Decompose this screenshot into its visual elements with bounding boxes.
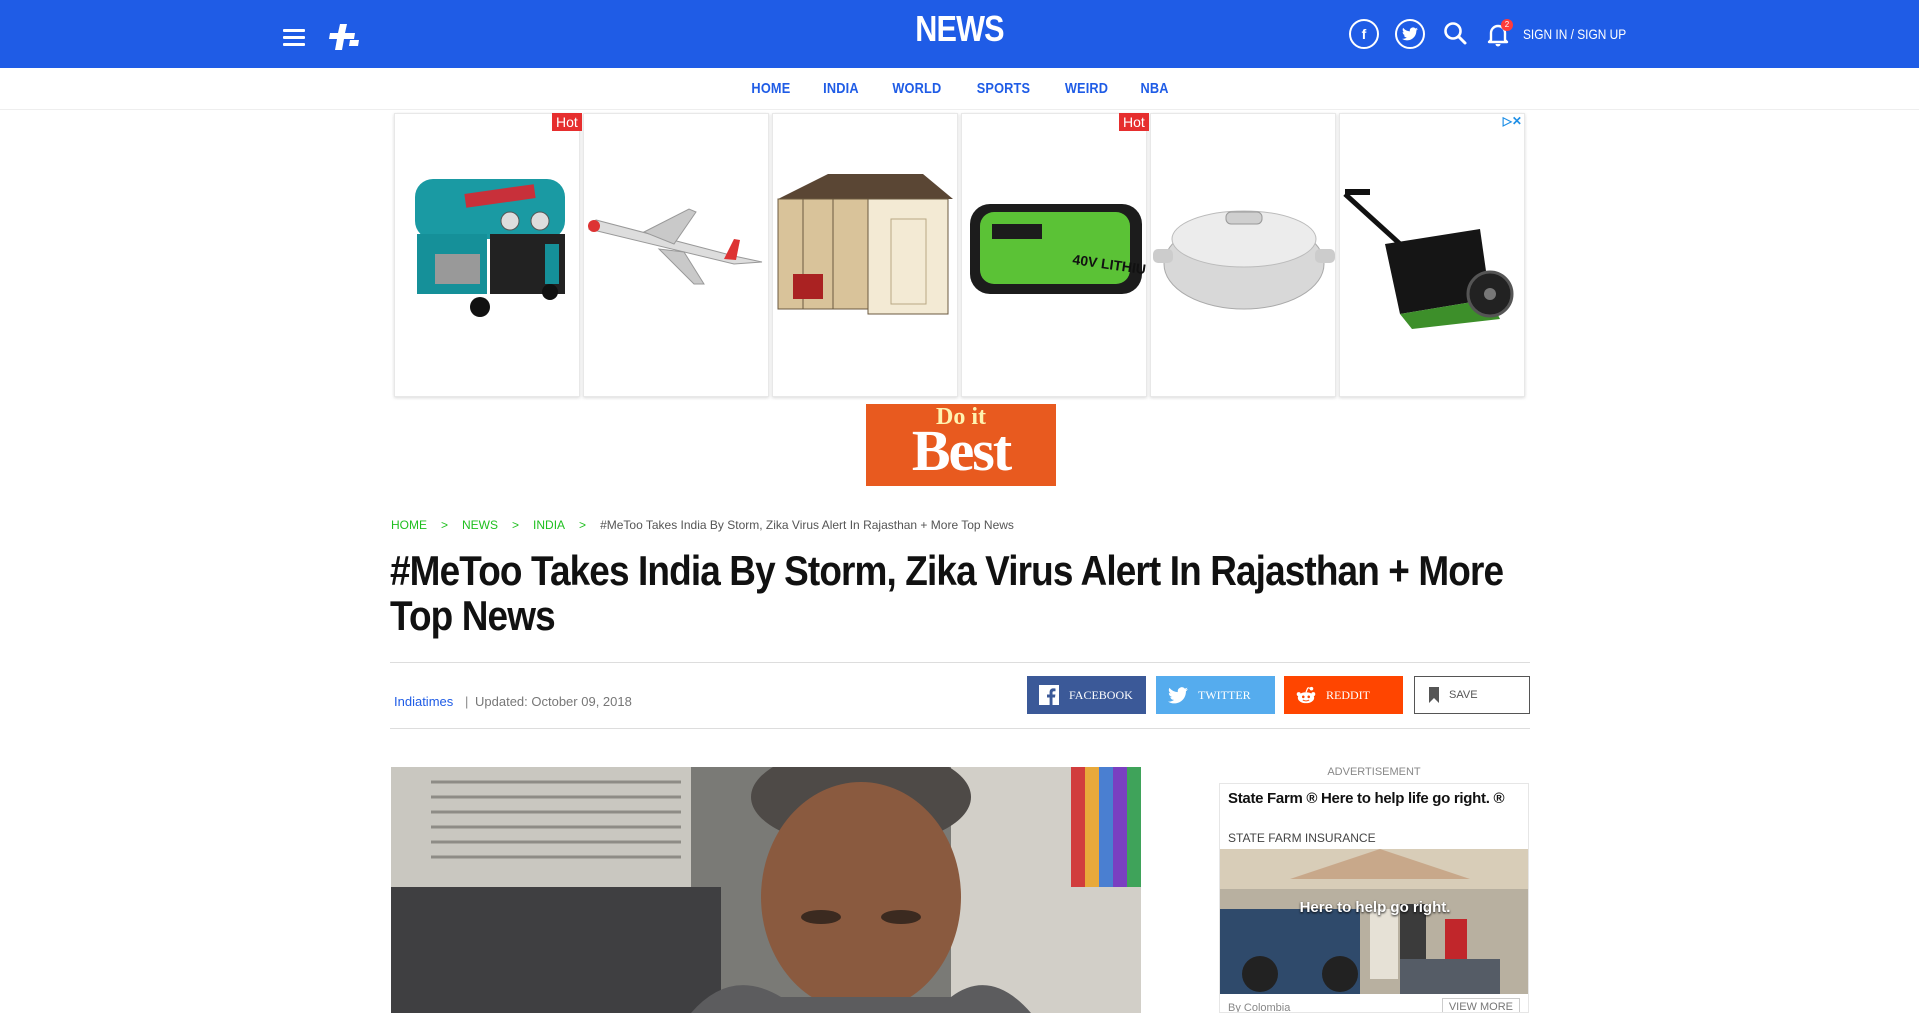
sidebar-ad-sponsor: STATE FARM INSURANCE — [1228, 831, 1376, 845]
notification-badge: 2 — [1501, 19, 1513, 31]
top-header: NEWS f 2 SIGN IN / SIGN UP — [0, 0, 1919, 68]
share-twitter-button[interactable]: TWITTER — [1156, 676, 1275, 714]
sign-up-label[interactable]: SIGN UP — [1577, 26, 1626, 42]
view-more-button[interactable]: VIEW MORE — [1441, 998, 1520, 1012]
sign-in-label[interactable]: SIGN IN — [1523, 26, 1567, 42]
lithium-battery-image: 40V LITHIUM — [970, 204, 1146, 294]
roaster-pot-image — [1153, 210, 1335, 310]
sidebar-ad-caption: Here to help go right. — [1299, 899, 1451, 916]
lawn-sweeper-image — [1343, 189, 1514, 329]
meta-divider-bottom — [390, 728, 1530, 729]
glider-plane-image — [588, 208, 763, 285]
banner-bottom-text: Best — [911, 418, 1012, 483]
sign-in-link[interactable]: SIGN IN / SIGN UP — [1523, 26, 1626, 42]
sidebar-ad-image[interactable]: Here to help go right. — [1220, 849, 1528, 994]
breadcrumb-news[interactable]: NEWS — [462, 518, 498, 532]
nav-home[interactable]: HOME — [752, 80, 791, 97]
sign-separator: / — [1570, 26, 1574, 42]
share-reddit-button[interactable]: REDDIT — [1284, 676, 1403, 714]
breadcrumb-home[interactable]: HOME — [391, 518, 427, 532]
ad-tile-glider-plane[interactable]: Hot — [583, 113, 769, 397]
breadcrumb: HOME > NEWS > INDIA > #MeToo Takes India… — [391, 518, 1014, 532]
bookmark-icon — [1427, 685, 1441, 705]
storage-shed-image — [777, 174, 953, 315]
nav-nba[interactable]: NBA — [1140, 80, 1168, 97]
facebook-icon[interactable]: f — [1349, 19, 1379, 49]
reddit-label: REDDIT — [1326, 687, 1370, 702]
author-link[interactable]: Indiatimes — [394, 694, 453, 709]
adchoices-icon[interactable]: ▷✕ — [1500, 114, 1524, 128]
ad-tile-roaster[interactable] — [1150, 113, 1336, 397]
breadcrumb-sep: > — [579, 518, 587, 532]
breadcrumb-current: #MeToo Takes India By Storm, Zika Virus … — [600, 518, 1014, 532]
breadcrumb-india[interactable]: INDIA — [533, 518, 565, 532]
product-ad-strip: Hot 40V LITHIUM — [392, 110, 1528, 400]
advertisement-label: ADVERTISEMENT — [1327, 766, 1421, 778]
meta-separator: | — [465, 694, 469, 709]
hot-badge-1: Hot — [552, 113, 582, 131]
notification-bell-icon[interactable]: 2 — [1483, 19, 1513, 49]
category-nav: HOME INDIA WORLD SPORTS WEIRD NBA — [0, 68, 1919, 110]
twitter-icon[interactable] — [1395, 19, 1425, 49]
meta-divider-top — [390, 662, 1530, 663]
hot-badge-2: Hot — [1119, 113, 1149, 131]
share-facebook-button[interactable]: FACEBOOK — [1027, 676, 1146, 714]
facebook-icon — [1039, 685, 1059, 705]
twitter-icon — [1168, 685, 1188, 705]
breadcrumb-sep: > — [441, 518, 449, 532]
ad-tile-storage-shed[interactable] — [772, 113, 958, 397]
reddit-icon — [1296, 685, 1316, 705]
breadcrumb-sep: > — [512, 518, 520, 532]
header-actions: f 2 SIGN IN / SIGN UP — [1349, 19, 1644, 49]
save-button[interactable]: SAVE — [1414, 676, 1530, 714]
ad-tile-lawn-sweeper[interactable]: ▷✕ — [1339, 113, 1525, 397]
nav-sports[interactable]: SPORTS — [976, 80, 1029, 97]
sidebar-ad-card[interactable]: State Farm ® Here to help life go right.… — [1219, 783, 1529, 1013]
sidebar-ad-title[interactable]: State Farm ® Here to help life go right.… — [1228, 790, 1505, 807]
facebook-label: FACEBOOK — [1069, 687, 1133, 702]
ad-tile-air-compressor[interactable] — [394, 113, 580, 397]
save-label: SAVE — [1449, 689, 1478, 701]
nav-weird[interactable]: WEIRD — [1064, 80, 1107, 97]
twitter-label: TWITTER — [1198, 687, 1251, 702]
do-it-best-banner[interactable]: Do it Best — [866, 404, 1056, 486]
air-compressor-image — [415, 179, 565, 317]
updated-date: Updated: October 09, 2018 — [475, 694, 632, 709]
article-photo — [391, 767, 1141, 1013]
nav-india[interactable]: INDIA — [823, 80, 859, 97]
search-icon[interactable] — [1441, 19, 1471, 49]
article-headline: #MeToo Takes India By Storm, Zika Virus … — [390, 547, 1504, 639]
nav-world[interactable]: WORLD — [892, 80, 941, 97]
sidebar-ad-footer: By Colombia — [1228, 1002, 1291, 1013]
ad-tile-battery[interactable]: 40V LITHIUM — [961, 113, 1147, 397]
